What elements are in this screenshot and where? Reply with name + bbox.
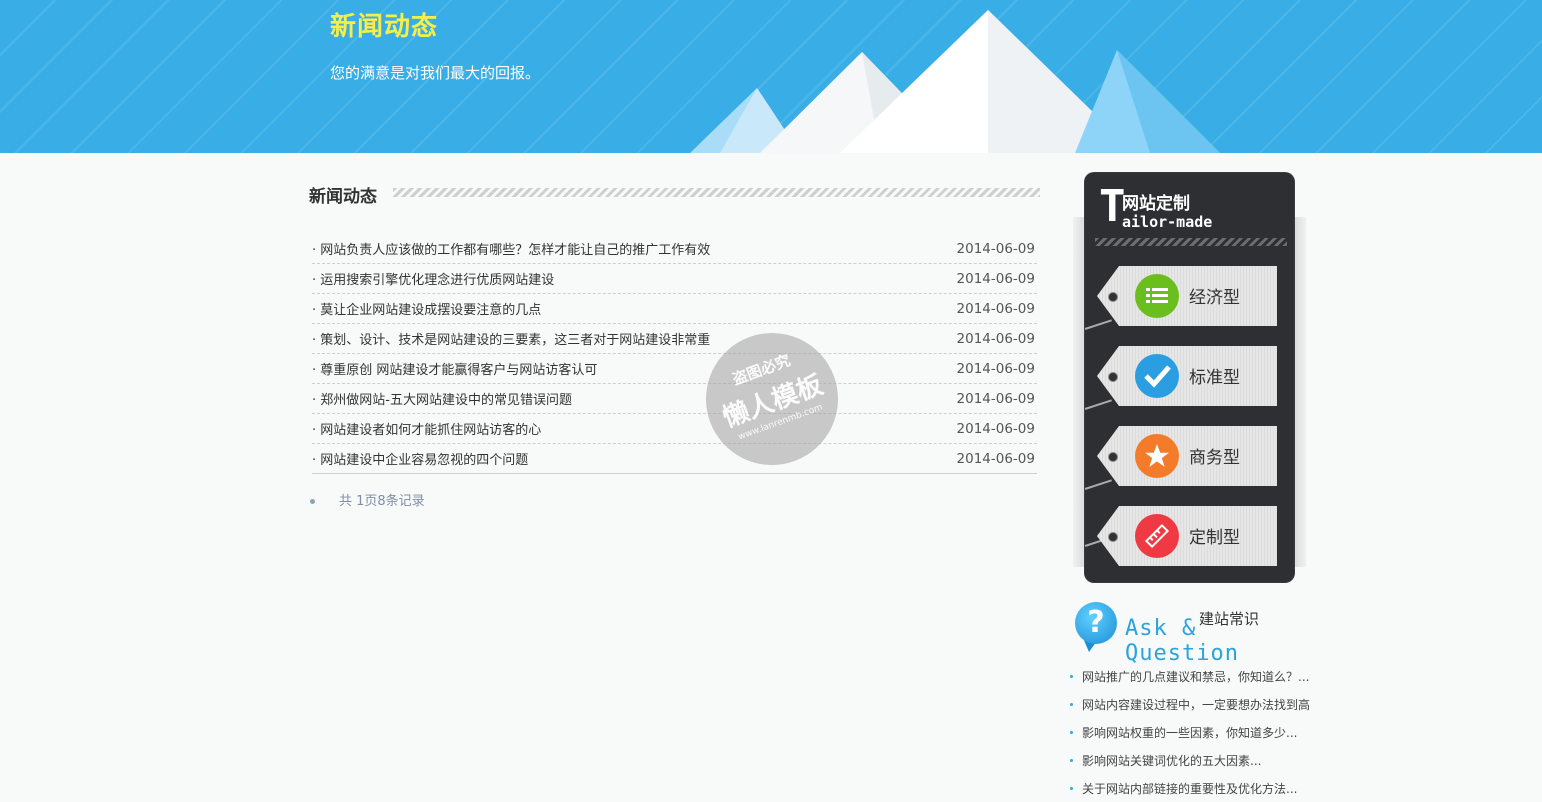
star-icon (1135, 434, 1179, 478)
tag-business[interactable]: 商务型 (1097, 426, 1277, 486)
bullet-dot-icon (1070, 730, 1073, 734)
pager-text: 共 1页8条记录 (339, 494, 425, 509)
panel-shadow-right (1294, 217, 1306, 567)
tag-hole (1108, 372, 1118, 382)
tag-economy[interactable]: 经济型 (1097, 266, 1277, 326)
news-date: 2014-06-09 (956, 330, 1035, 347)
bullet-dot-icon (310, 499, 315, 504)
list-item[interactable]: 影响网站关键词优化的五大因素... (1070, 746, 1315, 774)
tag-string (1084, 479, 1112, 490)
qa-link[interactable]: 网站内容建设过程中，一定要想办法找到高 (1082, 696, 1310, 713)
banner-title: 新闻动态 (330, 12, 439, 42)
question-bubble-icon: ? (1075, 602, 1117, 644)
header-banner: 新闻动态 您的满意是对我们最大的回报。 (0, 0, 1542, 153)
news-date: 2014-06-09 (956, 360, 1035, 377)
panel-divider-stripe (1095, 238, 1287, 246)
news-item[interactable]: · 网站建设中企业容易忽视的四个问题 2014-06-09 (312, 444, 1037, 474)
news-item[interactable]: · 运用搜索引擎优化理念进行优质网站建设 2014-06-09 (312, 264, 1037, 294)
qa-link[interactable]: 网站推广的几点建议和禁忌，你知道么？... (1082, 668, 1309, 685)
tag-label: 经济型 (1189, 288, 1240, 308)
tag-string (1084, 399, 1112, 410)
check-icon (1135, 354, 1179, 398)
news-title-link[interactable]: · 网站建设者如何才能抓住网站访客的心 (312, 419, 541, 438)
mountains-illustration (690, 10, 1220, 153)
list-item[interactable]: 影响网站权重的一些因素，你知道多少... (1070, 718, 1315, 746)
tag-custom[interactable]: 定制型 (1097, 506, 1277, 566)
news-date: 2014-06-09 (956, 270, 1035, 287)
tag-hole (1108, 532, 1118, 542)
pagination-info: 共 1页8条记录 (310, 490, 425, 509)
bullet-dot-icon (1070, 674, 1073, 678)
bullet-dot-icon (1070, 702, 1073, 706)
tag-hole (1108, 292, 1118, 302)
bullet-dot-icon (1070, 786, 1073, 790)
tag-string (1084, 319, 1112, 330)
banner-subtitle: 您的满意是对我们最大的回报。 (330, 64, 541, 82)
qa-header: ? Ask & Question 建站常识 (1075, 602, 1275, 666)
qa-title-cn: 建站常识 (1199, 610, 1260, 628)
news-item[interactable]: · 莫让企业网站建设成摆设要注意的几点 2014-06-09 (312, 294, 1037, 324)
news-item[interactable]: · 尊重原创 网站建设才能赢得客户与网站访客认可 2014-06-09 (312, 354, 1037, 384)
news-date: 2014-06-09 (956, 300, 1035, 317)
news-item[interactable]: · 网站建设者如何才能抓住网站访客的心 2014-06-09 (312, 414, 1037, 444)
list-item[interactable]: 关于网站内部链接的重要性及优化方法... (1070, 774, 1315, 802)
tag-label: 标准型 (1189, 368, 1240, 388)
news-title-link[interactable]: · 尊重原创 网站建设才能赢得客户与网站访客认可 (312, 359, 597, 378)
news-list: · 网站负责人应该做的工作都有哪些？怎样才能让自己的推广工作有效 2014-06-… (312, 234, 1037, 474)
tag-label: 商务型 (1189, 448, 1240, 468)
qa-link[interactable]: 影响网站关键词优化的五大因素... (1082, 752, 1261, 769)
news-item[interactable]: · 网站负责人应该做的工作都有哪些？怎样才能让自己的推广工作有效 2014-06-… (312, 234, 1037, 264)
news-item[interactable]: · 策划、设计、技术是网站建设的三要素，这三者对于网站建设非常重 2014-06-… (312, 324, 1037, 354)
ruler-icon (1135, 514, 1179, 558)
news-date: 2014-06-09 (956, 450, 1035, 467)
tag-hole (1108, 452, 1118, 462)
qa-link[interactable]: 影响网站权重的一些因素，你知道多少... (1082, 724, 1297, 741)
qa-list: 网站推广的几点建议和禁忌，你知道么？... 网站内容建设过程中，一定要想办法找到… (1070, 662, 1315, 802)
list-icon (1135, 274, 1179, 318)
panel-shadow-left (1073, 217, 1085, 567)
tag-standard[interactable]: 标准型 (1097, 346, 1277, 406)
news-title-link[interactable]: · 郑州做网站-五大网站建设中的常见错误问题 (312, 389, 572, 408)
bullet-dot-icon (1070, 758, 1073, 762)
news-date: 2014-06-09 (956, 420, 1035, 437)
section-divider-stripe (393, 188, 1040, 197)
news-item[interactable]: · 郑州做网站-五大网站建设中的常见错误问题 2014-06-09 (312, 384, 1037, 414)
tailor-made-panel: T 网站定制 ailor-made 经济型 标准型 商务型 定制型 (1084, 173, 1294, 582)
news-title-link[interactable]: · 网站建设中企业容易忽视的四个问题 (312, 449, 528, 468)
list-item[interactable]: 网站推广的几点建议和禁忌，你知道么？... (1070, 662, 1315, 690)
news-title-link[interactable]: · 运用搜索引擎优化理念进行优质网站建设 (312, 269, 554, 288)
list-item[interactable]: 网站内容建设过程中，一定要想办法找到高 (1070, 690, 1315, 718)
news-title-link[interactable]: · 网站负责人应该做的工作都有哪些？怎样才能让自己的推广工作有效 (312, 239, 710, 258)
news-date: 2014-06-09 (956, 390, 1035, 407)
news-title-link[interactable]: · 策划、设计、技术是网站建设的三要素，这三者对于网站建设非常重 (312, 329, 710, 348)
qa-link[interactable]: 关于网站内部链接的重要性及优化方法... (1082, 780, 1297, 797)
section-title: 新闻动态 (309, 187, 377, 207)
news-title-link[interactable]: · 莫让企业网站建设成摆设要注意的几点 (312, 299, 541, 318)
panel-title-cn: 网站定制 (1122, 194, 1190, 214)
panel-title-en: ailor-made (1122, 213, 1213, 231)
news-date: 2014-06-09 (956, 240, 1035, 257)
news-section-header: 新闻动态 (309, 180, 1040, 208)
tag-label: 定制型 (1189, 528, 1240, 548)
